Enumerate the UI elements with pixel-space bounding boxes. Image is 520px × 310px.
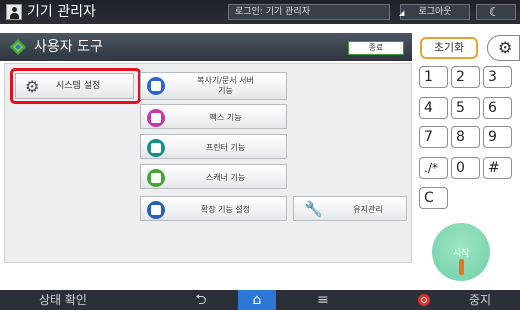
stop-button[interactable]: 중지 — [450, 290, 510, 310]
stop-icon-ring — [421, 297, 427, 303]
user-icon-body — [10, 13, 19, 19]
extended-icon — [147, 201, 165, 219]
key-hash[interactable]: # — [483, 157, 512, 179]
bottom-nav-bar: 상태 확인 ⮌ ⌂ ≡ 중지 — [0, 290, 520, 310]
top-status-bar: 기기 관리자 로그인: 기기 관리자 로그아웃 ◢ ☾ — [0, 0, 520, 24]
scanner-features-button[interactable]: 스캐너 기능 — [140, 164, 287, 189]
maintenance-label: 유지관리 — [353, 205, 383, 214]
start-indicator-light — [459, 259, 464, 275]
copier-document-server-label: 복사기/문서 서버 기능 — [169, 76, 282, 96]
extended-icon-mark — [151, 205, 161, 215]
key-8[interactable]: 8 — [451, 126, 480, 148]
key-9[interactable]: 9 — [483, 126, 512, 148]
user-tools-diamond-icon — [10, 39, 26, 55]
corner-indicator-icon: ◢ — [399, 9, 405, 17]
key-2[interactable]: 2 — [451, 66, 480, 88]
extended-features-settings-button[interactable]: 확장 기능 설정 — [140, 196, 287, 221]
user-icon — [6, 4, 22, 20]
key-clear[interactable]: C — [419, 187, 448, 209]
copier-label-line2: 기능 — [218, 86, 233, 95]
settings-button[interactable]: ⚙ — [487, 35, 520, 61]
copier-label-line1: 복사기/문서 서버 — [197, 76, 254, 85]
fax-icon-mark — [151, 113, 161, 123]
back-arrow-icon[interactable]: ⮌ — [186, 290, 216, 310]
key-0[interactable]: 0 — [451, 157, 480, 179]
status-check-button[interactable]: 상태 확인 — [0, 290, 126, 310]
key-4[interactable]: 4 — [419, 97, 448, 119]
printer-icon — [147, 139, 165, 157]
fax-features-label: 팩스 기능 — [209, 113, 242, 122]
fax-features-button[interactable]: 팩스 기능 — [140, 104, 287, 129]
copier-icon — [147, 77, 165, 95]
page-title: 사용자 도구 — [34, 39, 103, 55]
key-7[interactable]: 7 — [419, 126, 448, 148]
screen: 기기 관리자 로그인: 기기 관리자 로그아웃 ◢ ☾ 사용자 도구 종료 ⚙ … — [0, 0, 520, 310]
key-5[interactable]: 5 — [451, 97, 480, 119]
scanner-features-label: 스캐너 기능 — [205, 173, 246, 182]
reset-button[interactable]: 초기화 — [420, 37, 478, 59]
key-1[interactable]: 1 — [419, 66, 448, 88]
wrench-icon: 🔧 — [304, 200, 323, 218]
close-button[interactable]: 종료 — [348, 41, 404, 55]
energy-saver-button[interactable]: ☾ — [476, 4, 516, 20]
logout-button[interactable]: 로그아웃 ◢ — [399, 4, 470, 20]
home-icon[interactable]: ⌂ — [238, 290, 276, 310]
fax-icon — [147, 109, 165, 127]
key-3[interactable]: 3 — [483, 66, 512, 88]
printer-icon-mark — [151, 143, 161, 153]
login-status-field: 로그인: 기기 관리자 — [228, 4, 390, 20]
moon-icon: ☾ — [489, 5, 500, 19]
key-6[interactable]: 6 — [483, 97, 512, 119]
menu-icon[interactable]: ≡ — [310, 290, 336, 310]
selection-highlight — [10, 68, 141, 104]
printer-features-label: 프린터 기능 — [205, 143, 246, 152]
logout-label: 로그아웃 — [418, 7, 452, 17]
copier-document-server-features-button[interactable]: 복사기/문서 서버 기능 — [140, 72, 287, 100]
extended-features-label: 확장 기능 설정 — [200, 205, 251, 214]
scanner-icon-mark — [151, 173, 161, 183]
printer-features-button[interactable]: 프린터 기능 — [140, 134, 287, 159]
user-icon-head — [12, 7, 17, 12]
maintenance-button[interactable]: 🔧 유지관리 — [293, 196, 407, 221]
stop-icon[interactable] — [418, 294, 430, 306]
key-dot-star[interactable]: ./* — [419, 157, 448, 179]
copier-icon-mark — [151, 81, 161, 91]
user-tools-header: 사용자 도구 종료 — [0, 33, 412, 61]
settings-gear-icon: ⚙ — [498, 38, 513, 57]
scanner-icon — [147, 169, 165, 187]
logged-in-user-name: 기기 관리자 — [27, 4, 96, 20]
